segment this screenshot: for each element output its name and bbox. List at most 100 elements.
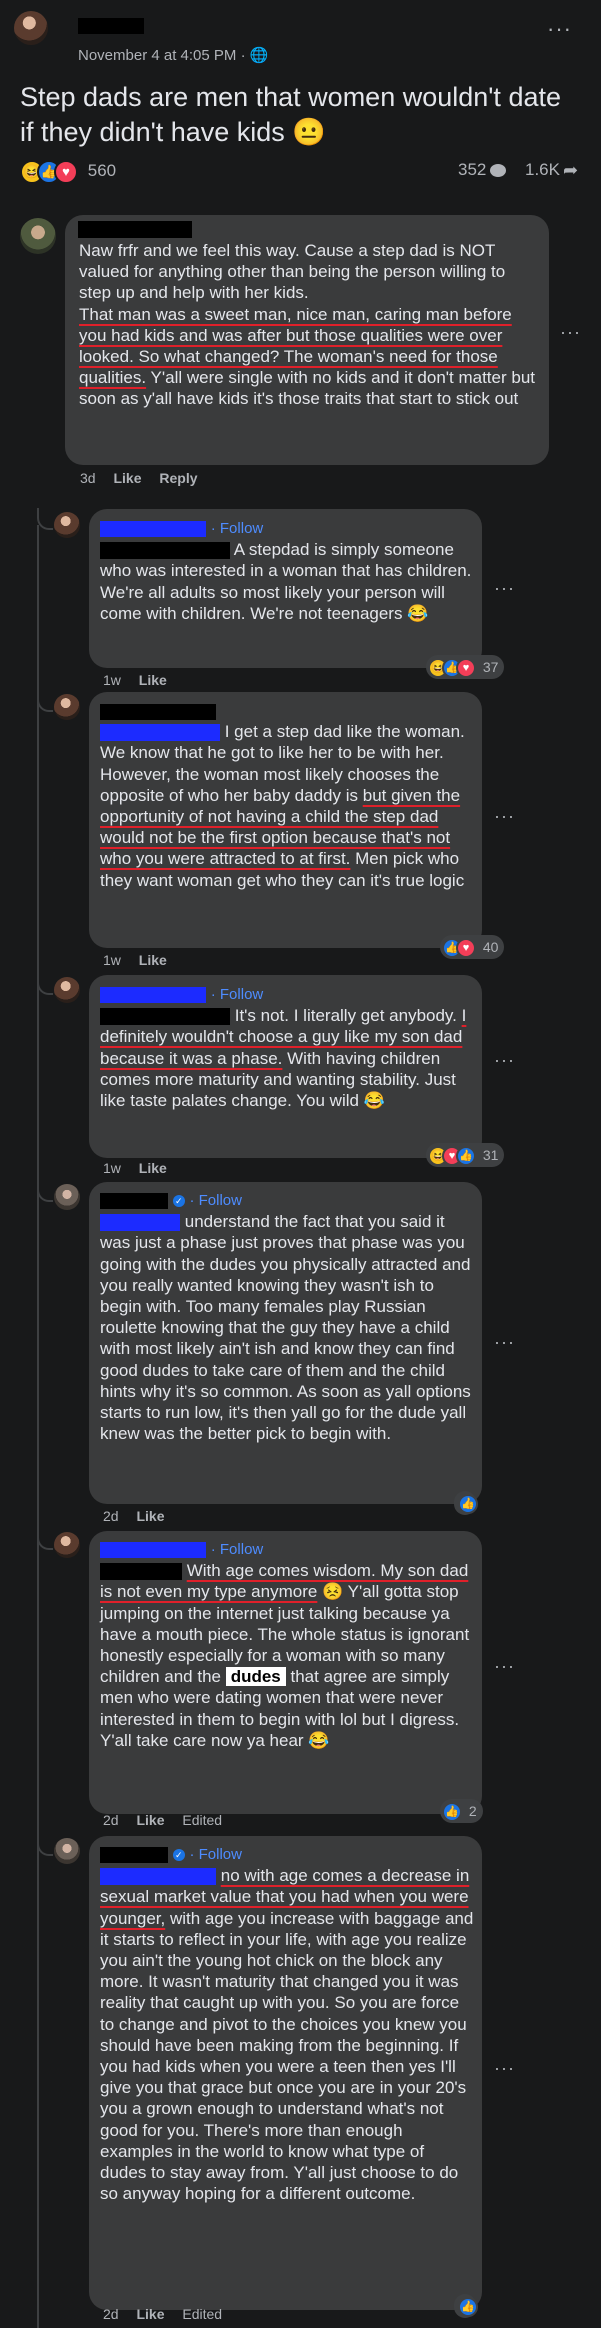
comment-reactions[interactable]: 👍 ♥ 40 — [440, 935, 505, 959]
comment-reactions[interactable]: 👍 2 — [440, 1799, 483, 1823]
like-button[interactable]: Like — [136, 2306, 164, 2322]
like-button[interactable]: Like — [139, 672, 167, 688]
comment-text: · Follow With age comes wisdom. My son d… — [100, 1541, 470, 1750]
share-count: 1.6K — [525, 160, 560, 179]
highlighted-word: dudes — [225, 1667, 286, 1687]
comment-more-button[interactable]: ··· — [494, 1656, 515, 1677]
commenter-name-redacted[interactable] — [100, 1846, 168, 1863]
comment-reactions[interactable]: 😆👍 ♥ 37 — [426, 655, 505, 679]
author-name-redacted[interactable] — [78, 18, 144, 34]
reaction-count: 560 — [87, 161, 117, 181]
comment-text: I get a step dad like the woman. We know… — [100, 700, 475, 891]
commenter-name-redacted — [100, 1214, 180, 1232]
comment-more-button[interactable]: ··· — [494, 806, 515, 827]
comment-actions: 1w Like — [103, 672, 167, 688]
comment-actions: 2d Like Edited — [103, 1812, 222, 1828]
like-button[interactable]: Like — [136, 1508, 164, 1524]
post-more-options-button[interactable]: ··· — [547, 16, 572, 42]
comment-time[interactable]: 1w — [103, 952, 121, 968]
globe-icon: 🌐 — [249, 47, 269, 64]
commenter-avatar[interactable] — [54, 1184, 80, 1210]
post-timestamp[interactable]: November 4 at 4:05 PM · 🌐 — [78, 46, 268, 64]
post-reaction-bar: 😆👍 ♥ 560 352 1.6K ➦ — [20, 158, 582, 186]
follow-link[interactable]: · Follow — [211, 1541, 264, 1558]
love-reaction-icon: ♥ — [456, 658, 476, 679]
commenter-name-redacted[interactable] — [100, 986, 206, 1003]
verified-badge-icon: ✓ — [172, 1848, 185, 1861]
comment-text: · Follow A stepdad is simply someone who… — [100, 520, 472, 623]
commenter-name-redacted[interactable] — [100, 1541, 206, 1558]
commenter-avatar[interactable] — [54, 512, 80, 538]
like-reaction-icon: 👍 — [456, 1146, 476, 1167]
thread-connector — [37, 973, 53, 995]
like-button[interactable]: Like — [139, 952, 167, 968]
commenter-name-redacted — [100, 1563, 182, 1581]
comment-text: ✓ · Follow understand the fact that you … — [100, 1192, 471, 1444]
comment-more-button[interactable]: ··· — [494, 1050, 515, 1071]
commenter-name-redacted[interactable] — [78, 221, 192, 238]
comment-reactions[interactable]: 👍 — [454, 2294, 478, 2318]
comment-time[interactable]: 2d — [103, 2306, 119, 2322]
love-reaction-icon: ♥ — [456, 938, 476, 959]
comment-actions: 3d Like Reply — [80, 470, 198, 486]
reply-button[interactable]: Reply — [159, 470, 197, 486]
comment-actions: 1w Like — [103, 1160, 167, 1176]
follow-link[interactable]: · Follow — [189, 1192, 242, 1209]
comment-actions: 2d Like — [103, 1508, 164, 1524]
follow-link[interactable]: · Follow — [189, 1846, 242, 1863]
follow-link[interactable]: · Follow — [211, 520, 264, 537]
like-reaction-icon: 👍 — [458, 1494, 478, 1515]
follow-link[interactable]: · Follow — [211, 986, 264, 1003]
comment-more-button[interactable]: ··· — [494, 2058, 515, 2079]
comment-actions: 1w Like — [103, 952, 167, 968]
author-avatar[interactable] — [14, 11, 48, 45]
comment-more-button[interactable]: ··· — [494, 578, 515, 599]
comment-time[interactable]: 3d — [80, 470, 96, 486]
like-button[interactable]: Like — [136, 1812, 164, 1828]
edited-label: Edited — [182, 1812, 223, 1828]
comment-text: · Follow It's not. I literally get anybo… — [100, 986, 467, 1111]
verified-badge-icon: ✓ — [172, 1194, 185, 1207]
commenter-name-redacted[interactable] — [100, 520, 206, 537]
comment-icon — [490, 164, 507, 178]
thread-connector — [37, 690, 53, 712]
commenter-name-redacted — [100, 724, 220, 742]
love-reaction-icon: ♥ — [54, 160, 78, 184]
comment-more-button[interactable]: ··· — [560, 322, 581, 343]
commenter-name-redacted — [100, 542, 230, 560]
thread-connector — [37, 1180, 53, 1202]
comment-time[interactable]: 1w — [103, 1160, 121, 1176]
commenter-name-redacted[interactable] — [100, 703, 216, 720]
commenter-name-redacted — [100, 1008, 230, 1026]
share-icon: ➦ — [562, 160, 579, 181]
reply-thread-line — [37, 525, 39, 2328]
comment-time[interactable]: 2d — [103, 1508, 119, 1524]
commenter-avatar[interactable] — [20, 218, 56, 254]
comment-actions: 2d Like Edited — [103, 2306, 222, 2322]
edited-label: Edited — [182, 2306, 223, 2322]
comment-time[interactable]: 2d — [103, 1812, 119, 1828]
comment-reactions[interactable]: 😆 ♥ 👍 31 — [426, 1143, 505, 1167]
share-count-button[interactable]: 1.6K ➦ — [525, 160, 578, 181]
post-header: November 4 at 4:05 PM · 🌐 ··· — [0, 0, 601, 70]
comment-text: Naw frfr and we feel this way. Cause a s… — [79, 241, 535, 409]
comment-count-button[interactable]: 352 — [458, 160, 507, 180]
commenter-avatar[interactable] — [54, 977, 80, 1003]
comment-text: ✓ · Follow no with age comes a decrease … — [100, 1846, 474, 2204]
post-reactions[interactable]: 😆👍 ♥ 560 — [20, 160, 116, 184]
like-reaction-icon: 👍 — [458, 2297, 478, 2318]
comment-time[interactable]: 1w — [103, 672, 121, 688]
commenter-name-redacted — [100, 1868, 216, 1886]
commenter-name-redacted[interactable] — [100, 1192, 168, 1209]
like-button[interactable]: Like — [139, 1160, 167, 1176]
post-title: Step dads are men that women wouldn't da… — [20, 82, 561, 147]
comment-more-button[interactable]: ··· — [494, 1332, 515, 1353]
comment-count: 352 — [458, 160, 487, 179]
commenter-avatar[interactable] — [54, 694, 80, 720]
thread-connector — [37, 1528, 53, 1550]
like-button[interactable]: Like — [113, 470, 141, 486]
thread-connector — [37, 508, 53, 530]
commenter-avatar[interactable] — [54, 1532, 80, 1558]
comment-reactions[interactable]: 👍 — [454, 1491, 478, 1515]
commenter-avatar[interactable] — [54, 1838, 80, 1864]
